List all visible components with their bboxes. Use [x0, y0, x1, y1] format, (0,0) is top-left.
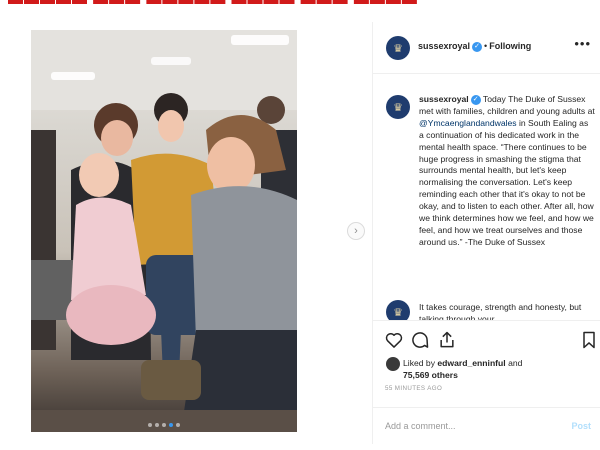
verified-badge-icon: ✓: [470, 94, 481, 105]
post-photo[interactable]: [31, 30, 297, 432]
header-user-line: sussexroyal ✓ • Following: [418, 41, 531, 52]
carousel-dot[interactable]: [162, 423, 166, 427]
liker-avatar[interactable]: [386, 357, 400, 371]
share-icon[interactable]: [437, 330, 457, 350]
carousel-dot[interactable]: [155, 423, 159, 427]
bookmark-icon[interactable]: [579, 330, 599, 350]
mention-link[interactable]: @Ymcaenglandandwales: [419, 118, 517, 128]
post-actions: Liked by edward_enninful and 75,569 other…: [373, 320, 600, 418]
photo-illustration: [31, 30, 297, 432]
caption-avatar[interactable]: ♛: [386, 95, 410, 119]
separator-dot: •: [484, 41, 488, 51]
following-button[interactable]: Following: [489, 41, 531, 51]
likes-summary: Liked by edward_enninful and 75,569 other…: [403, 357, 593, 381]
post-header: ♛ sussexroyal ✓ • Following •••: [373, 22, 600, 74]
header-username[interactable]: sussexroyal: [418, 41, 470, 51]
carousel-dot[interactable]: [148, 423, 152, 427]
carousel-indicator: [31, 423, 297, 427]
comment-item: It takes courage, strength and honesty, …: [419, 302, 595, 320]
caption-username[interactable]: sussexroyal: [419, 94, 469, 104]
heart-icon[interactable]: [384, 330, 404, 350]
comment-icon[interactable]: [410, 330, 430, 350]
carousel-dot-active[interactable]: [169, 423, 173, 427]
add-comment-bar: Add a comment... Post: [373, 407, 600, 444]
post-caption: sussexroyal ✓ Today The Duke of Sussex me…: [419, 94, 595, 249]
verified-badge-icon: ✓: [472, 41, 483, 52]
likes-prefix: Liked by: [403, 358, 438, 368]
cropped-headline: ▬▬▬▬▬ ▬▬▬ ▬▬▬▬▬ ▬▬▬▬ ▬▬▬ ▬▬▬▬: [0, 0, 600, 9]
chevron-right-icon[interactable]: ›: [347, 222, 365, 240]
liker-username[interactable]: edward_enninful: [437, 358, 505, 368]
avatar[interactable]: ♛: [386, 36, 410, 60]
more-options-icon[interactable]: •••: [574, 36, 591, 51]
comment-text: It takes courage, strength and honesty, …: [419, 302, 582, 320]
add-comment-input[interactable]: Add a comment...: [385, 421, 456, 431]
likes-joiner: and: [505, 358, 523, 368]
caption-text-b: in South Ealing as a continuation of his…: [419, 117, 594, 247]
post-timestamp[interactable]: 55 MINUTES AGO: [385, 385, 442, 392]
post-comment-button[interactable]: Post: [571, 421, 591, 431]
post-sidebar: ♛ sussexroyal ✓ • Following ••• ♛ sussexroy…: [372, 22, 600, 444]
carousel-dot[interactable]: [176, 423, 180, 427]
likes-count[interactable]: 75,569 others: [403, 370, 458, 380]
